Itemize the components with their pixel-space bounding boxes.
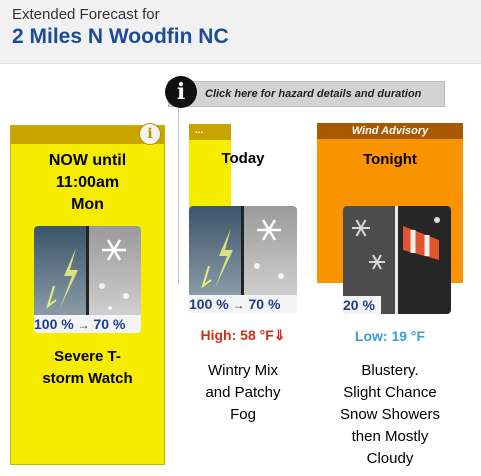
hazard-label: ... xyxy=(195,125,204,136)
info-icon[interactable]: i xyxy=(165,76,197,108)
period-name: Tonight xyxy=(363,151,417,168)
pop-arrow: → xyxy=(77,318,90,332)
hazard-details-link[interactable]: Click here for hazard details and durati… xyxy=(168,81,445,107)
pop-right: 70 % xyxy=(93,316,126,332)
info-icon[interactable]: i xyxy=(139,123,161,145)
period-description: Wintry Mix and Patchy Fog xyxy=(205,362,281,423)
hazard-details-text: Click here for hazard details and durati… xyxy=(205,88,422,100)
low-temp: Low: 19 °F xyxy=(354,328,426,344)
pop-left: 100 % xyxy=(34,316,74,332)
period-name: NOW until 11:00am Mon xyxy=(48,152,127,213)
period-description: Blustery. Slight Chance Snow Showers the… xyxy=(339,362,441,467)
pop-value: 20 % xyxy=(343,297,375,313)
high-temp: High: 58 °F⇓ xyxy=(200,327,286,343)
advisory-label: Wind Advisory xyxy=(351,125,429,137)
thunderstorm-snow-icon: 100 % → 70 % xyxy=(189,206,297,313)
pop-arrow: → xyxy=(232,298,245,312)
period-description: Severe T- storm Watch xyxy=(42,348,133,387)
thunderstorm-snow-icon: 100 % → 70 % xyxy=(34,226,141,333)
period-name: Today xyxy=(221,150,265,167)
location-title: 2 Miles N Woodfin NC xyxy=(12,25,229,48)
forecast-period-now[interactable]: i NOW until 11:00am Mon 100 % → 70 % Sev… xyxy=(10,123,165,465)
pop-left: 100 % xyxy=(189,296,229,312)
page-subtitle: Extended Forecast for xyxy=(12,6,160,23)
page-header: Extended Forecast for 2 Miles N Woodfin … xyxy=(0,0,481,64)
divider xyxy=(178,108,179,284)
pop-right: 70 % xyxy=(248,296,281,312)
snow-windsock-icon: 20 % xyxy=(343,206,451,314)
